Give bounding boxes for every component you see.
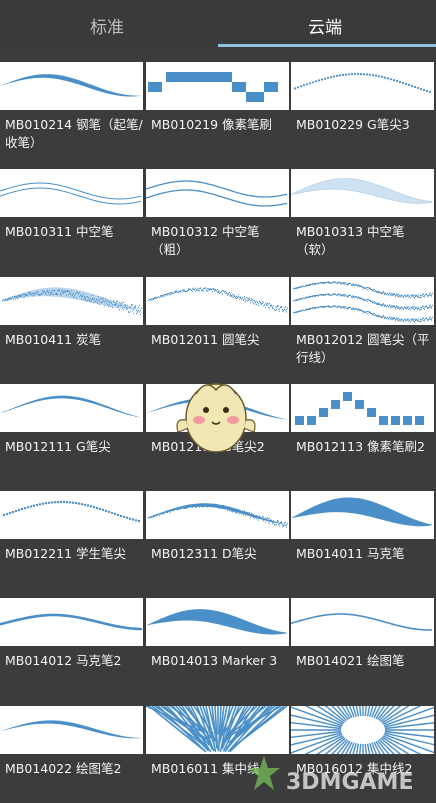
brush-item[interactable]: MB014011 马克笔 <box>291 479 436 586</box>
watermark-logo: 3DMGAME <box>242 752 432 798</box>
brush-label: MB012311 D笔尖 <box>151 546 257 561</box>
brush-label: MB014022 绘图笔2 <box>5 761 122 776</box>
brush-item[interactable]: MB012113 像素笔刷2 <box>291 372 436 479</box>
brush-label: MB010311 中空笔 <box>5 224 114 239</box>
brush-preview-image <box>291 277 434 325</box>
brush-preview-image <box>291 598 434 646</box>
brush-item[interactable]: MB010313 中空笔（软） <box>291 157 436 264</box>
brush-preview-image <box>146 491 289 539</box>
brush-label: MB014011 马克笔 <box>296 546 405 561</box>
tab-cloud[interactable]: 云端 <box>218 0 436 50</box>
brush-item[interactable]: MB014021 绘图笔 <box>291 586 436 693</box>
brush-preview-image <box>291 491 434 539</box>
tab-bar: 标准 云端 <box>0 0 436 50</box>
brush-item[interactable]: MB012011 圆笔尖 <box>146 265 292 372</box>
tab-active-indicator <box>218 44 436 47</box>
brush-preview-image <box>0 491 143 539</box>
brush-label: MB012011 圆笔尖 <box>151 332 260 347</box>
brush-item[interactable]: MB012311 D笔尖 <box>146 479 292 586</box>
brush-item[interactable]: MB014022 绘图笔2 <box>0 694 146 801</box>
brush-item[interactable]: MB012012 圆笔尖（平行线） <box>291 265 436 372</box>
brush-preview-image <box>146 277 289 325</box>
brush-label: MB012111 G笔尖 <box>5 439 111 454</box>
brush-preview-image <box>146 706 289 754</box>
brush-preview-image <box>0 384 143 432</box>
brush-preview-image <box>0 598 143 646</box>
brush-preview-image <box>146 598 289 646</box>
brush-label: MB010313 中空笔（软） <box>296 224 405 257</box>
brush-item[interactable]: MB010311 中空笔 <box>0 157 146 264</box>
watermark-icon <box>248 756 280 790</box>
brush-preview-image <box>0 277 143 325</box>
brush-item[interactable]: MB010411 炭笔 <box>0 265 146 372</box>
tab-standard-label: 标准 <box>90 17 124 38</box>
brush-label: MB014021 绘图笔 <box>296 653 405 668</box>
brush-label: MB012012 圆笔尖（平行线） <box>296 332 430 365</box>
brush-preview-image <box>146 62 289 110</box>
brush-preview-image <box>0 62 143 110</box>
mascot-image <box>176 383 256 453</box>
brush-preview-image <box>146 169 289 217</box>
brush-item[interactable]: MB010229 G笔尖3 <box>291 50 436 157</box>
brush-item[interactable]: MB014013 Marker 3 <box>146 586 292 693</box>
brush-preview-image <box>291 384 434 432</box>
brush-item[interactable]: MB014012 马克笔2 <box>0 586 146 693</box>
brush-label: MB014012 马克笔2 <box>5 653 122 668</box>
brush-item[interactable]: MB012111 G笔尖 <box>0 372 146 479</box>
brush-item[interactable]: MB012211 学生笔尖 <box>0 479 146 586</box>
brush-item[interactable]: MB010214 钢笔（起笔/收笔） <box>0 50 146 157</box>
watermark-text: 3DMGAME <box>286 770 414 795</box>
tab-cloud-label: 云端 <box>308 17 342 38</box>
brush-label: MB014013 Marker 3 <box>151 653 278 668</box>
brush-preview-image <box>291 169 434 217</box>
brush-label: MB010229 G笔尖3 <box>296 117 410 132</box>
brush-preview-image <box>291 706 434 754</box>
brush-label: MB010214 钢笔（起笔/收笔） <box>5 117 143 150</box>
brush-label: MB012113 像素笔刷2 <box>296 439 426 454</box>
brush-preview-image <box>0 169 143 217</box>
brush-item[interactable]: MB010219 像素笔刷 <box>146 50 292 157</box>
brush-label: MB012211 学生笔尖 <box>5 546 127 561</box>
brush-preview-image <box>0 706 143 754</box>
tab-standard[interactable]: 标准 <box>0 0 218 50</box>
brush-label: MB010312 中空笔（粗） <box>151 224 260 257</box>
brush-label: MB010411 炭笔 <box>5 332 102 347</box>
brush-preview-image <box>291 62 434 110</box>
brush-label: MB010219 像素笔刷 <box>151 117 273 132</box>
brush-item[interactable]: MB010312 中空笔（粗） <box>146 157 292 264</box>
